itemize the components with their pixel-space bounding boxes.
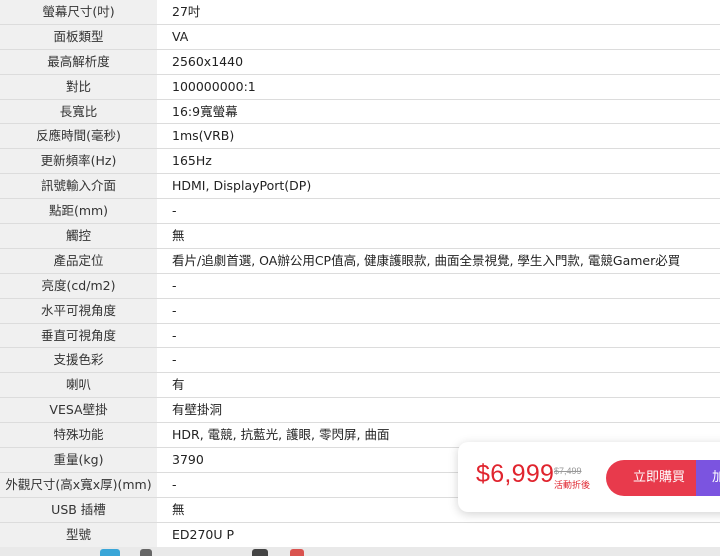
spec-value: ED270U P <box>160 522 720 547</box>
spec-label: 水平可視角度 <box>0 298 160 323</box>
spec-row: 反應時間(毫秒) 1ms(VRB) <box>0 124 720 150</box>
spec-row: 支援色彩 - <box>0 348 720 374</box>
spec-value: 165Hz <box>160 149 720 174</box>
spec-label: 特殊功能 <box>0 423 160 448</box>
purchase-bar: $6,999 $7,499 活動折後 立即購買 加入購物車 <box>458 442 720 512</box>
spec-row: 螢幕尺寸(吋) 27吋 <box>0 0 720 25</box>
spec-value: 有壁掛洞 <box>160 398 720 423</box>
spec-row: 亮度(cd/m2) - <box>0 273 720 299</box>
spec-value: 16:9寬螢幕 <box>160 99 720 124</box>
spec-label: 最高解析度 <box>0 49 160 74</box>
spec-value: - <box>160 298 720 323</box>
spec-label: 垂直可視角度 <box>0 323 160 348</box>
add-to-cart-button[interactable]: 加入購物車 <box>696 460 720 496</box>
spec-label: USB 插槽 <box>0 497 160 522</box>
spec-value: VA <box>160 24 720 49</box>
spec-row: 面板類型 VA <box>0 24 720 50</box>
spec-row: 訊號輸入介面 HDMI, DisplayPort(DP) <box>0 174 720 200</box>
sale-price: $6,999 <box>476 460 555 488</box>
spec-label: 外觀尺寸(高x寬x厚)(mm) <box>0 472 160 497</box>
app-icon[interactable] <box>140 549 152 556</box>
spec-value: - <box>160 273 720 298</box>
spec-label: 支援色彩 <box>0 348 160 373</box>
spec-row: 水平可視角度 - <box>0 298 720 324</box>
spec-label: 面板類型 <box>0 24 160 49</box>
spec-value: 看片/追劇首選, OA辦公用CP值高, 健康護眼款, 曲面全景視覺, 學生入門款… <box>160 248 720 273</box>
spec-label: 更新頻率(Hz) <box>0 149 160 174</box>
spec-row: 型號 ED270U P <box>0 522 720 548</box>
spec-value: 1ms(VRB) <box>160 124 720 149</box>
spec-row: 垂直可視角度 - <box>0 323 720 349</box>
spec-row: VESA壁掛 有壁掛洞 <box>0 398 720 424</box>
spec-label: 對比 <box>0 74 160 99</box>
app-icon[interactable] <box>252 549 268 556</box>
spec-row: 長寬比 16:9寬螢幕 <box>0 99 720 125</box>
spec-value: 100000000:1 <box>160 74 720 99</box>
spec-row: 產品定位 看片/追劇首選, OA辦公用CP值高, 健康護眼款, 曲面全景視覺, 學… <box>0 248 720 274</box>
spec-label: 長寬比 <box>0 99 160 124</box>
spec-label: 點距(mm) <box>0 199 160 224</box>
app-icon[interactable] <box>290 549 304 556</box>
spec-label: 重量(kg) <box>0 448 160 472</box>
spec-label: 螢幕尺寸(吋) <box>0 0 160 24</box>
spec-row: 更新頻率(Hz) 165Hz <box>0 149 720 175</box>
spec-value: 2560x1440 <box>160 49 720 74</box>
spec-label: 亮度(cd/m2) <box>0 273 160 298</box>
promo-label: 活動折後 <box>554 481 591 491</box>
spec-label: 訊號輸入介面 <box>0 174 160 199</box>
spec-label: 型號 <box>0 522 160 547</box>
original-price: $7,499 <box>554 466 582 476</box>
spec-label: 觸控 <box>0 224 160 248</box>
spec-label: 喇叭 <box>0 373 160 398</box>
app-icon[interactable] <box>100 549 120 556</box>
spec-value: 無 <box>160 224 720 248</box>
spec-label: VESA壁掛 <box>0 398 160 423</box>
spec-value: - <box>160 323 720 348</box>
spec-value: 27吋 <box>160 0 720 24</box>
spec-row: 對比 100000000:1 <box>0 74 720 100</box>
spec-value: - <box>160 199 720 224</box>
spec-row: 喇叭有 <box>0 373 720 399</box>
spec-row: 點距(mm) - <box>0 199 720 225</box>
spec-value: HDMI, DisplayPort(DP) <box>160 174 720 199</box>
spec-label: 產品定位 <box>0 248 160 273</box>
spec-value: - <box>160 348 720 373</box>
spec-label: 反應時間(毫秒) <box>0 124 160 149</box>
spec-value: 有 <box>160 373 720 398</box>
spec-row: 最高解析度 2560x1440 <box>0 49 720 75</box>
spec-row: 觸控無 <box>0 224 720 249</box>
